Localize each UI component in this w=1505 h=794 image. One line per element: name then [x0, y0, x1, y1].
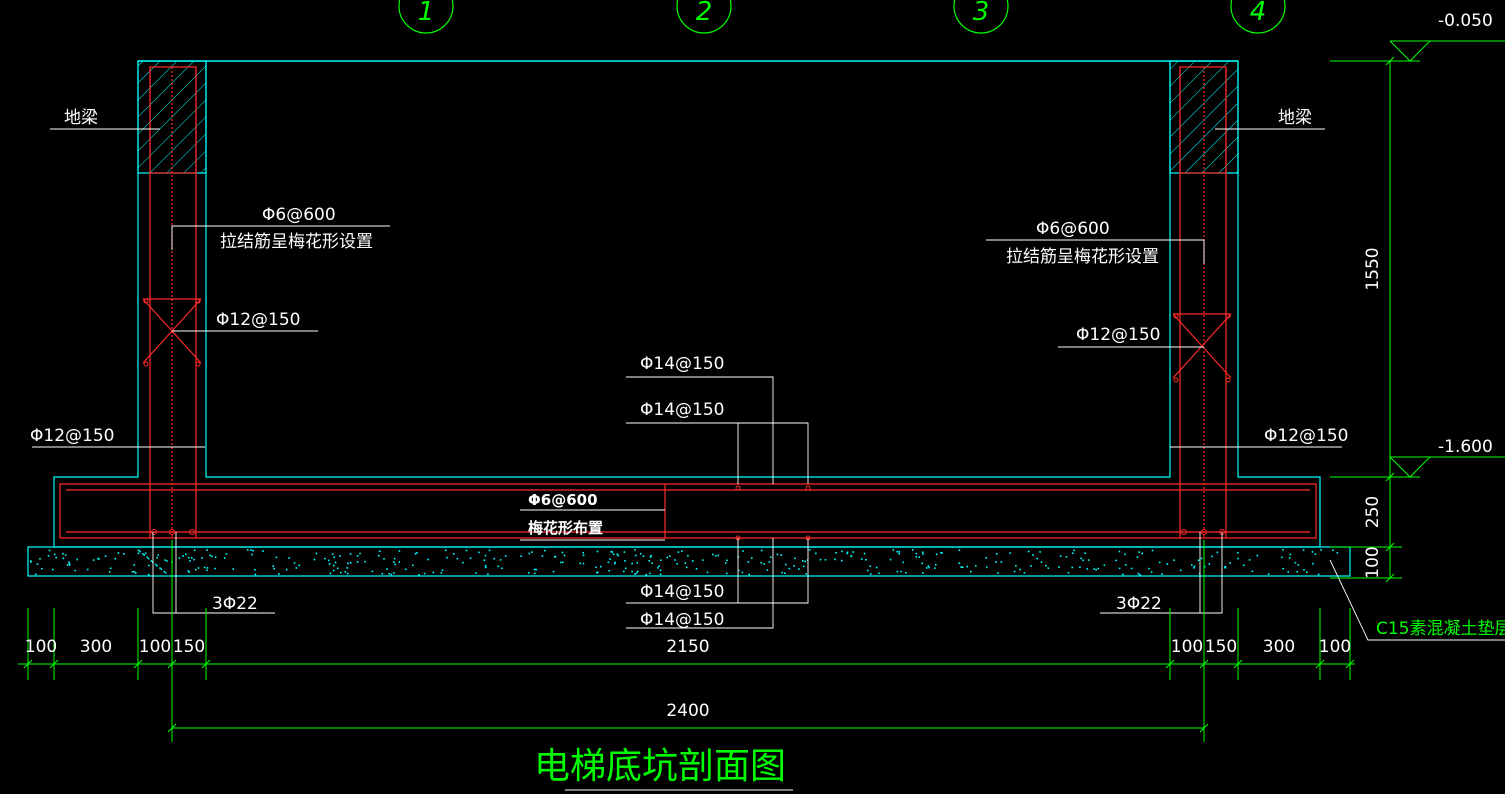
- elevation-bottom: -1.600: [1438, 437, 1493, 457]
- wall-rebar-right-inner: Φ12@150: [1076, 325, 1160, 345]
- ground-beam-label-right: 地梁: [1278, 108, 1312, 128]
- dimension-label: 2150: [666, 637, 709, 657]
- tie-note-right: 拉结筋呈梅花形设置: [1006, 247, 1159, 267]
- vertical-dimension-label: 1550: [1363, 247, 1383, 290]
- slab-rebar-top-1: Φ14@150: [640, 354, 724, 374]
- corner-rebar-left: 3Φ22: [212, 594, 258, 614]
- leader-lines: [32, 128, 1505, 641]
- tie-label-left: Φ6@600: [262, 205, 336, 225]
- cushion-label: C15素混凝土垫层: [1376, 619, 1505, 639]
- rebar-lines: [59, 66, 1317, 539]
- dimension-label: 100: [1171, 637, 1203, 657]
- slab-rebar-bottom-1: Φ14@150: [640, 582, 724, 602]
- cushion-layer: [27, 546, 1351, 577]
- slab-rebar-bottom-2: Φ14@150: [640, 610, 724, 630]
- axis-label-1: 1: [418, 0, 435, 27]
- overall-dimension-label: 2400: [666, 701, 709, 721]
- vertical-dimension-label: 250: [1363, 496, 1383, 528]
- dimension-label: 100: [139, 637, 171, 657]
- dimension-label: 300: [1263, 637, 1295, 657]
- axis-label-4: 4: [1250, 0, 1267, 27]
- ground-beam-label-left: 地梁: [64, 108, 98, 128]
- dimension-label: 100: [25, 637, 57, 657]
- elevation-top: -0.050: [1438, 11, 1493, 31]
- tie-note-left: 拉结筋呈梅花形设置: [220, 232, 373, 252]
- tie-label-right: Φ6@600: [1036, 219, 1110, 239]
- wall-rebar-left-outer: Φ12@150: [30, 426, 114, 446]
- corner-rebar-right: 3Φ22: [1116, 594, 1162, 614]
- slab-tie-note: 梅花形布置: [528, 519, 603, 537]
- wall-rebar-left-inner: Φ12@150: [216, 310, 300, 330]
- wall-rebar-right-outer: Φ12@150: [1264, 426, 1348, 446]
- axis-label-2: 2: [696, 0, 713, 27]
- dimension-label: 100: [1319, 637, 1351, 657]
- drawing-canvas: 1 2 3 4 地梁 地梁 Φ6@600 拉结筋呈梅花形设置 Φ6@600 拉结…: [18, 0, 1505, 791]
- axis-label-3: 3: [973, 0, 990, 27]
- dimension-label: 150: [173, 637, 205, 657]
- drawing-title: 电梯底坑剖面图: [534, 746, 786, 787]
- axis-bubbles: [398, 0, 1286, 34]
- slab-tie-label: Φ6@600: [528, 491, 598, 509]
- dimension-label: 150: [1205, 637, 1237, 657]
- slab-rebar-top-2: Φ14@150: [640, 400, 724, 420]
- vertical-dimension-label: 100: [1363, 546, 1383, 578]
- pit-outline: [53, 60, 1321, 548]
- dimension-label: 300: [80, 637, 112, 657]
